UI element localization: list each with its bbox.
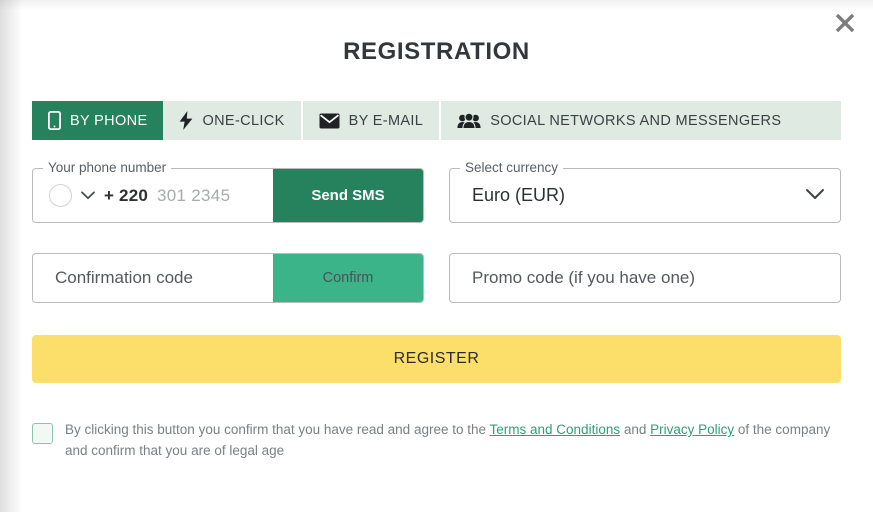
send-sms-button[interactable]: Send SMS xyxy=(273,169,423,222)
registration-dialog: REGISTRATION BY PHONE ONE-CLICK BY E-MAI… xyxy=(0,0,873,512)
tab-by-email-label: BY E-MAIL xyxy=(348,112,424,129)
dialog-left-shadow xyxy=(0,0,22,512)
country-chevron-down-icon[interactable] xyxy=(81,187,95,205)
phone-number-field: + 220 301 2345 Send SMS xyxy=(32,168,424,223)
tab-social-networks-label: SOCIAL NETWORKS AND MESSENGERS xyxy=(490,112,782,129)
currency-select[interactable]: Euro (EUR) xyxy=(449,168,841,223)
promo-code-field: Promo code (if you have one) xyxy=(449,253,841,303)
register-button[interactable]: REGISTER xyxy=(32,335,841,383)
terms-text: By clicking this button you confirm that… xyxy=(65,419,844,461)
phone-number-field-group: Your phone number + 220 301 2345 Send SM… xyxy=(32,160,424,223)
promo-code-input[interactable]: Promo code (if you have one) xyxy=(450,254,840,302)
tab-one-click-label: ONE-CLICK xyxy=(202,112,285,129)
tab-social-networks[interactable]: SOCIAL NETWORKS AND MESSENGERS xyxy=(441,101,798,140)
gambia-flag-icon xyxy=(49,184,72,207)
terms-checkbox[interactable] xyxy=(32,423,53,444)
confirmation-code-input[interactable]: Confirmation code xyxy=(33,254,273,302)
phone-input-area[interactable]: + 220 301 2345 xyxy=(33,169,273,222)
form-row-primary: Your phone number + 220 301 2345 Send SM… xyxy=(32,160,841,223)
dial-code: + 220 xyxy=(104,185,149,205)
terms-and-conditions-link[interactable]: Terms and Conditions xyxy=(490,422,621,437)
form-row-secondary: Confirmation code Confirm Promo code (if… xyxy=(32,253,841,303)
tab-by-phone[interactable]: BY PHONE xyxy=(32,101,164,140)
confirm-button[interactable]: Confirm xyxy=(273,254,423,302)
tab-by-phone-label: BY PHONE xyxy=(70,112,148,129)
currency-label: Select currency xyxy=(460,160,564,175)
tab-by-email[interactable]: BY E-MAIL xyxy=(302,101,442,140)
currency-field-group: Select currency Euro (EUR) xyxy=(449,160,841,223)
chevron-down-icon[interactable] xyxy=(805,185,825,206)
close-icon xyxy=(834,12,856,34)
close-button[interactable] xyxy=(828,6,862,40)
currency-select-inner[interactable]: Euro (EUR) xyxy=(450,169,840,222)
lightning-bolt-icon xyxy=(179,111,193,130)
currency-selected-value: Euro (EUR) xyxy=(472,185,566,205)
phone-number-label: Your phone number xyxy=(43,160,172,175)
terms-text-between: and xyxy=(620,422,651,437)
confirmation-code-field-group: Confirmation code Confirm xyxy=(32,253,424,303)
promo-code-field-group: Promo code (if you have one) xyxy=(449,253,841,303)
confirmation-code-field: Confirmation code Confirm xyxy=(32,253,424,303)
registration-method-tabs: BY PHONE ONE-CLICK BY E-MAIL SOCIAL NETW… xyxy=(32,101,841,140)
phone-number-placeholder: 301 2345 xyxy=(157,185,231,205)
people-group-icon xyxy=(457,112,481,129)
terms-text-before: By clicking this button you confirm that… xyxy=(65,422,490,437)
tab-one-click[interactable]: ONE-CLICK xyxy=(163,101,303,140)
privacy-policy-link[interactable]: Privacy Policy xyxy=(650,422,734,437)
mobile-phone-icon xyxy=(48,111,61,130)
dialog-top-shadow xyxy=(0,0,873,10)
page-title: REGISTRATION xyxy=(343,38,530,65)
terms-agreement: By clicking this button you confirm that… xyxy=(32,419,844,461)
envelope-icon xyxy=(319,113,340,129)
